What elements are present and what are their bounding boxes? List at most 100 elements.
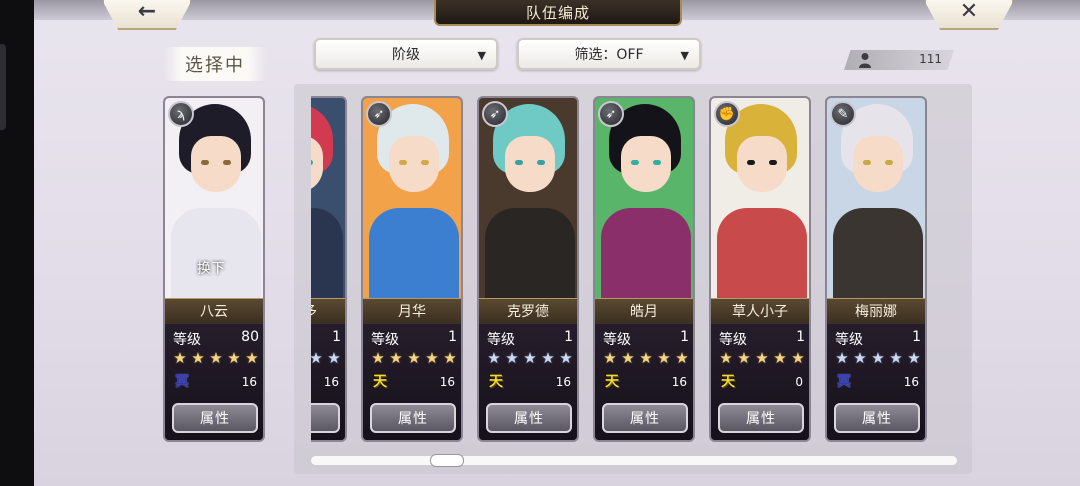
close-button[interactable]: ✕ xyxy=(924,0,1014,30)
character-outfit xyxy=(369,208,459,300)
character-portrait xyxy=(311,98,345,300)
star-icon: ★ xyxy=(773,349,787,367)
attributes-button[interactable]: 属性 xyxy=(311,403,340,433)
character-eye xyxy=(421,160,429,165)
star-icon: ★ xyxy=(311,350,325,366)
level-row: 等级1 xyxy=(371,329,457,348)
rank-badge-icon: 天 xyxy=(605,374,619,390)
rank-badge-icon: 天 xyxy=(373,374,387,390)
character-outfit xyxy=(171,208,261,300)
attributes-button[interactable]: 属性 xyxy=(370,403,456,433)
character-number: 16 xyxy=(555,375,571,389)
star-icon: ★ xyxy=(871,349,885,367)
horizontal-scrollbar[interactable] xyxy=(311,456,957,465)
character-card[interactable]: ➶ 月华 等级 1 ★ ★ ★ ★ ★ 天 16 属性 xyxy=(361,96,463,442)
star-icon: ★ xyxy=(505,349,519,367)
star-icon: ★ xyxy=(907,349,921,367)
star-icon: ★ xyxy=(639,349,653,367)
character-name: 梅丽娜 xyxy=(827,298,925,324)
star-icon: ★ xyxy=(443,349,457,367)
star-icon: ★ xyxy=(389,349,403,367)
scrollbar-thumb[interactable] xyxy=(430,454,464,467)
chevron-down-icon: ▼ xyxy=(477,49,486,62)
star-icon: ★ xyxy=(889,349,903,367)
character-portrait: 换下 xyxy=(165,98,263,300)
class-icon: ✊ xyxy=(714,101,740,127)
character-number: 16 xyxy=(439,375,455,389)
attributes-button[interactable]: 属性 xyxy=(486,403,572,433)
attributes-button[interactable]: 属性 xyxy=(834,403,920,433)
class-icon: ✎ xyxy=(830,101,856,127)
team-formation-screen: ← 队伍编成 ✕ 选择中 阶级 ▼ 筛选：OFF ▼ 111 换下 ϡ 八云 等级 80… xyxy=(34,0,1080,486)
character-number: 16 xyxy=(241,375,257,389)
level-value: 1 xyxy=(912,329,921,345)
star-icon: ★ xyxy=(425,349,439,367)
attributes-button[interactable]: 属性 xyxy=(602,403,688,433)
star-icon: ★ xyxy=(657,349,671,367)
star-icon: ★ xyxy=(245,349,259,367)
rank-badge-icon: 天 xyxy=(489,374,503,390)
class-icon: ➶ xyxy=(366,101,392,127)
level-row: 等级 1 xyxy=(719,329,805,348)
user-icon xyxy=(859,53,871,68)
character-info: 等级1 ★★★★★ 16 属性 xyxy=(311,323,345,440)
selecting-label: 选择中 xyxy=(164,47,266,81)
character-list[interactable]: 维克多等级1★★★★★16属性➶月华等级1★★★★★天16属性➶克罗德等级1★★… xyxy=(311,96,957,446)
selected-character-card[interactable]: 换下 ϡ 八云 等级 80 ★ ★ ★ ★ ★ 冥 16 属性 xyxy=(163,96,265,442)
character-face xyxy=(389,136,439,192)
back-button[interactable]: ← xyxy=(102,0,192,30)
star-icon: ★ xyxy=(755,349,769,367)
level-row: 等级1 xyxy=(311,329,341,347)
level-label: 等级 xyxy=(487,332,515,348)
character-name: 月华 xyxy=(363,298,461,324)
character-name: 皓月 xyxy=(595,298,693,324)
level-value: 1 xyxy=(680,329,689,345)
page-title: 队伍编成 xyxy=(434,0,682,26)
character-card[interactable]: 维克多等级1 ★★★★★ 16 属性 xyxy=(311,96,347,442)
character-card[interactable]: ✎ 梅丽娜 等级 1 ★ ★ ★ ★ ★ 冥 16 属性 xyxy=(825,96,927,442)
star-icon: ★ xyxy=(559,349,573,367)
star-icon: ★ xyxy=(835,349,849,367)
star-rating: ★★★★★ xyxy=(717,350,809,366)
star-icon: ★ xyxy=(675,349,689,367)
rank-sort-label: 阶级 xyxy=(392,47,420,63)
character-card[interactable]: ✊ 草人小子 等级 1 ★ ★ ★ ★ ★ 天 0 属性 xyxy=(709,96,811,442)
character-face xyxy=(191,136,241,192)
character-info: 等级 1 ★ ★ ★ ★ ★ 天 16 属性 xyxy=(595,323,693,440)
swap-out-label: 换下 xyxy=(197,261,225,277)
level-value: 80 xyxy=(241,329,259,345)
level-value: 1 xyxy=(448,329,457,345)
attributes-button[interactable]: 属性 xyxy=(172,403,258,433)
level-value: 1 xyxy=(796,329,805,345)
character-name: 维克多 xyxy=(311,298,345,324)
character-face xyxy=(853,136,903,192)
star-icon: ★ xyxy=(227,349,241,367)
character-info: 等级 1 ★ ★ ★ ★ ★ 天 16 属性 xyxy=(363,323,461,440)
star-icon: ★ xyxy=(541,349,555,367)
character-portrait xyxy=(711,98,809,300)
class-icon: ϡ xyxy=(168,101,194,127)
star-icon: ★ xyxy=(327,349,341,367)
star-icon: ★ xyxy=(371,349,385,367)
back-arrow-icon: ← xyxy=(137,0,157,24)
filter-dropdown[interactable]: 筛选：OFF ▼ xyxy=(517,38,701,70)
filter-label: 筛选：OFF xyxy=(574,47,644,63)
level-label: 等级 xyxy=(719,332,747,348)
character-eye xyxy=(747,160,755,165)
character-portrait xyxy=(363,98,461,300)
character-eye xyxy=(769,160,777,165)
character-number: 16 xyxy=(671,375,687,389)
star-icon: ★ xyxy=(487,349,501,367)
rank-sort-dropdown[interactable]: 阶级 ▼ xyxy=(314,38,498,70)
star-icon: ★ xyxy=(209,349,223,367)
attributes-button[interactable]: 属性 xyxy=(718,403,804,433)
character-info: 等级 1 ★ ★ ★ ★ ★ 天 16 属性 xyxy=(479,323,577,440)
character-name: 克罗德 xyxy=(479,298,577,324)
character-outfit xyxy=(833,208,923,300)
character-count-value: 111 xyxy=(919,52,942,66)
character-card[interactable]: ➶ 皓月 等级 1 ★ ★ ★ ★ ★ 天 16 属性 xyxy=(593,96,695,442)
character-card[interactable]: ➶ 克罗德 等级 1 ★ ★ ★ ★ ★ 天 16 属性 xyxy=(477,96,579,442)
level-label: 等级 xyxy=(835,332,863,348)
character-name: 草人小子 xyxy=(711,298,809,324)
character-name: 八云 xyxy=(165,298,263,324)
